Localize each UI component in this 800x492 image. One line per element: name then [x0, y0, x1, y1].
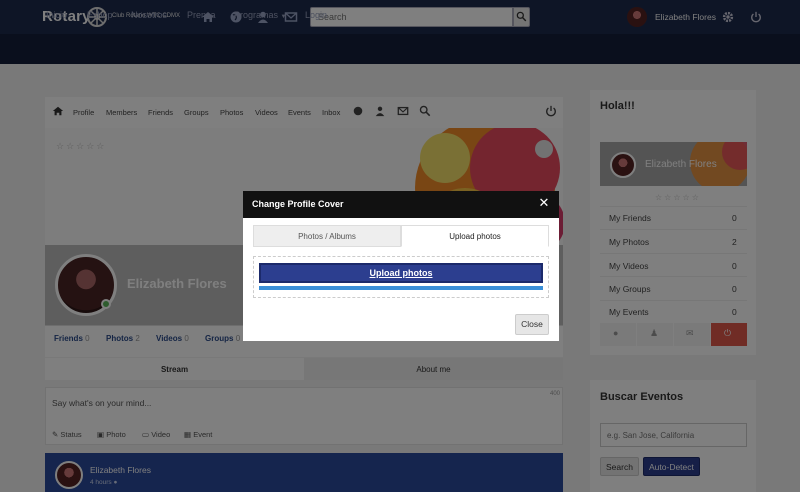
modal-title: Change Profile Cover	[252, 199, 344, 209]
upload-photos-button[interactable]: Upload photos	[259, 263, 543, 283]
tab-upload-photos[interactable]: Upload photos	[401, 225, 549, 247]
close-button[interactable]: Close	[515, 314, 549, 335]
close-icon[interactable]: ✕	[537, 196, 551, 210]
tab-photos-albums[interactable]: Photos / Albums	[253, 225, 401, 247]
upload-progress-bar	[259, 286, 543, 290]
